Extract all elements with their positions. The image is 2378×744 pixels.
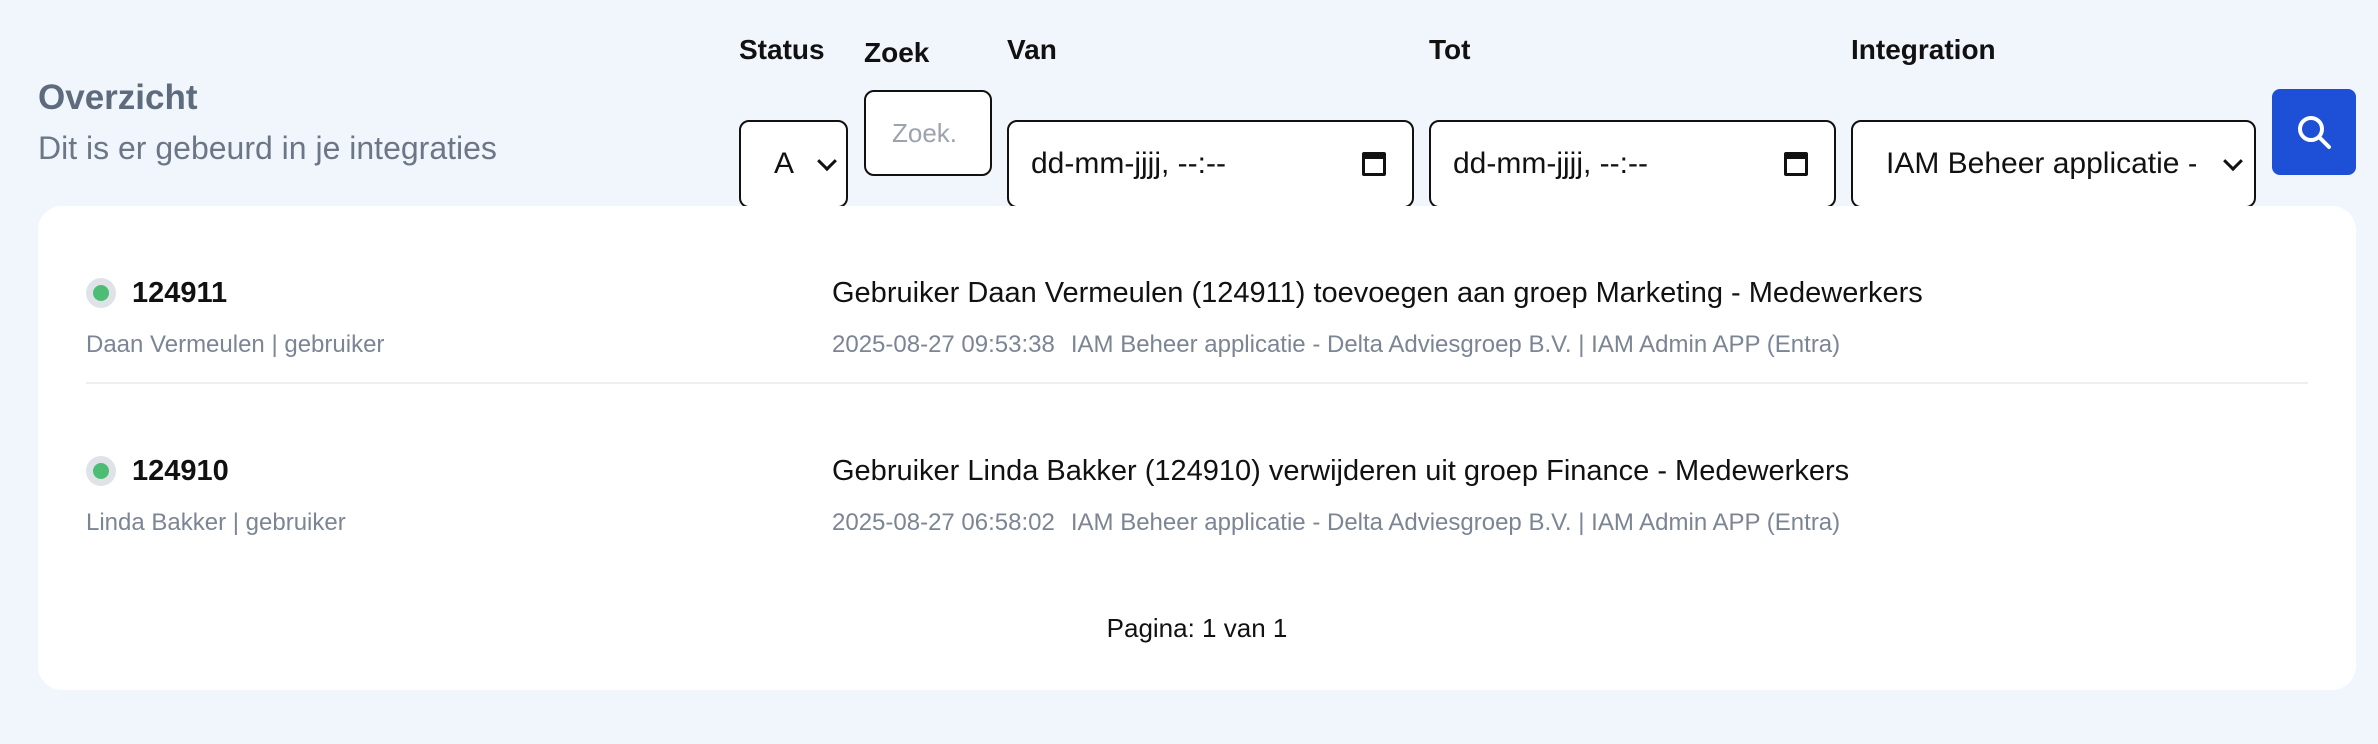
event-row[interactable]: 124910 Linda Bakker | gebruiker Gebruike… [86,406,2308,556]
page-header: Overzicht Dit is er gebeurd in je integr… [38,76,497,168]
calendar-icon[interactable] [1784,152,1808,176]
event-user: Daan Vermeulen | gebruiker [86,331,385,358]
event-description: Gebruiker Daan Vermeulen (124911) toevoe… [832,277,1923,309]
chevron-down-icon [2223,151,2243,172]
to-datetime-value: dd-mm-jjjj, --:-- [1453,147,1648,180]
page-title: Overzicht [38,78,198,117]
status-select[interactable]: A [739,120,848,208]
event-meta: 2025-08-27 06:58:02 IAM Beheer applicatie… [832,508,1840,538]
from-datetime-value: dd-mm-jjjj, --:-- [1031,147,1226,180]
from-datetime-input[interactable]: dd-mm-jjjj, --:-- [1007,120,1414,208]
search-input[interactable]: Zoek. [864,90,992,176]
search-icon [2298,116,2331,149]
to-label: Tot [1429,34,1471,65]
status-indicator [86,456,116,486]
status-indicator [86,278,116,308]
event-timestamp: 2025-08-27 06:58:02 [832,509,1055,536]
event-source: IAM Beheer applicatie - Delta Adviesgroe… [1070,331,1841,358]
event-source: IAM Beheer applicatie - Delta Adviesgroe… [1070,509,1841,536]
status-select-value: A [774,147,795,180]
chevron-down-icon [817,151,837,172]
row-divider [86,382,2308,384]
event-id: 124910 [132,455,229,487]
to-datetime-input[interactable]: dd-mm-jjjj, --:-- [1429,120,1836,208]
status-label: Status [739,34,825,65]
integration-label: Integration [1851,34,1996,65]
search-button[interactable] [2272,89,2356,175]
calendar-icon[interactable] [1362,152,1386,176]
event-user: Linda Bakker | gebruiker [86,509,346,536]
event-meta: 2025-08-27 09:53:38 IAM Beheer applicatie… [832,330,1840,360]
event-timestamp: 2025-08-27 09:53:38 [832,331,1055,358]
event-row[interactable]: 124911 Daan Vermeulen | gebruiker Gebrui… [86,228,2308,378]
event-list-card: 124911 Daan Vermeulen | gebruiker Gebrui… [38,206,2356,690]
search-label: Zoek [864,37,930,68]
from-label: Van [1007,34,1057,65]
integration-select-value: IAM Beheer applicatie - Delta Adviesgroe… [1886,147,2196,180]
event-description: Gebruiker Linda Bakker (124910) verwijde… [832,455,1850,487]
integration-select[interactable]: IAM Beheer applicatie - Delta Adviesgroe… [1851,120,2256,208]
search-placeholder: Zoek. [892,117,958,148]
page-subtitle: Dit is er gebeurd in je integraties [38,130,497,166]
pagination: Pagina: 1 van 1 [1106,613,1288,643]
event-id: 124911 [132,277,228,309]
